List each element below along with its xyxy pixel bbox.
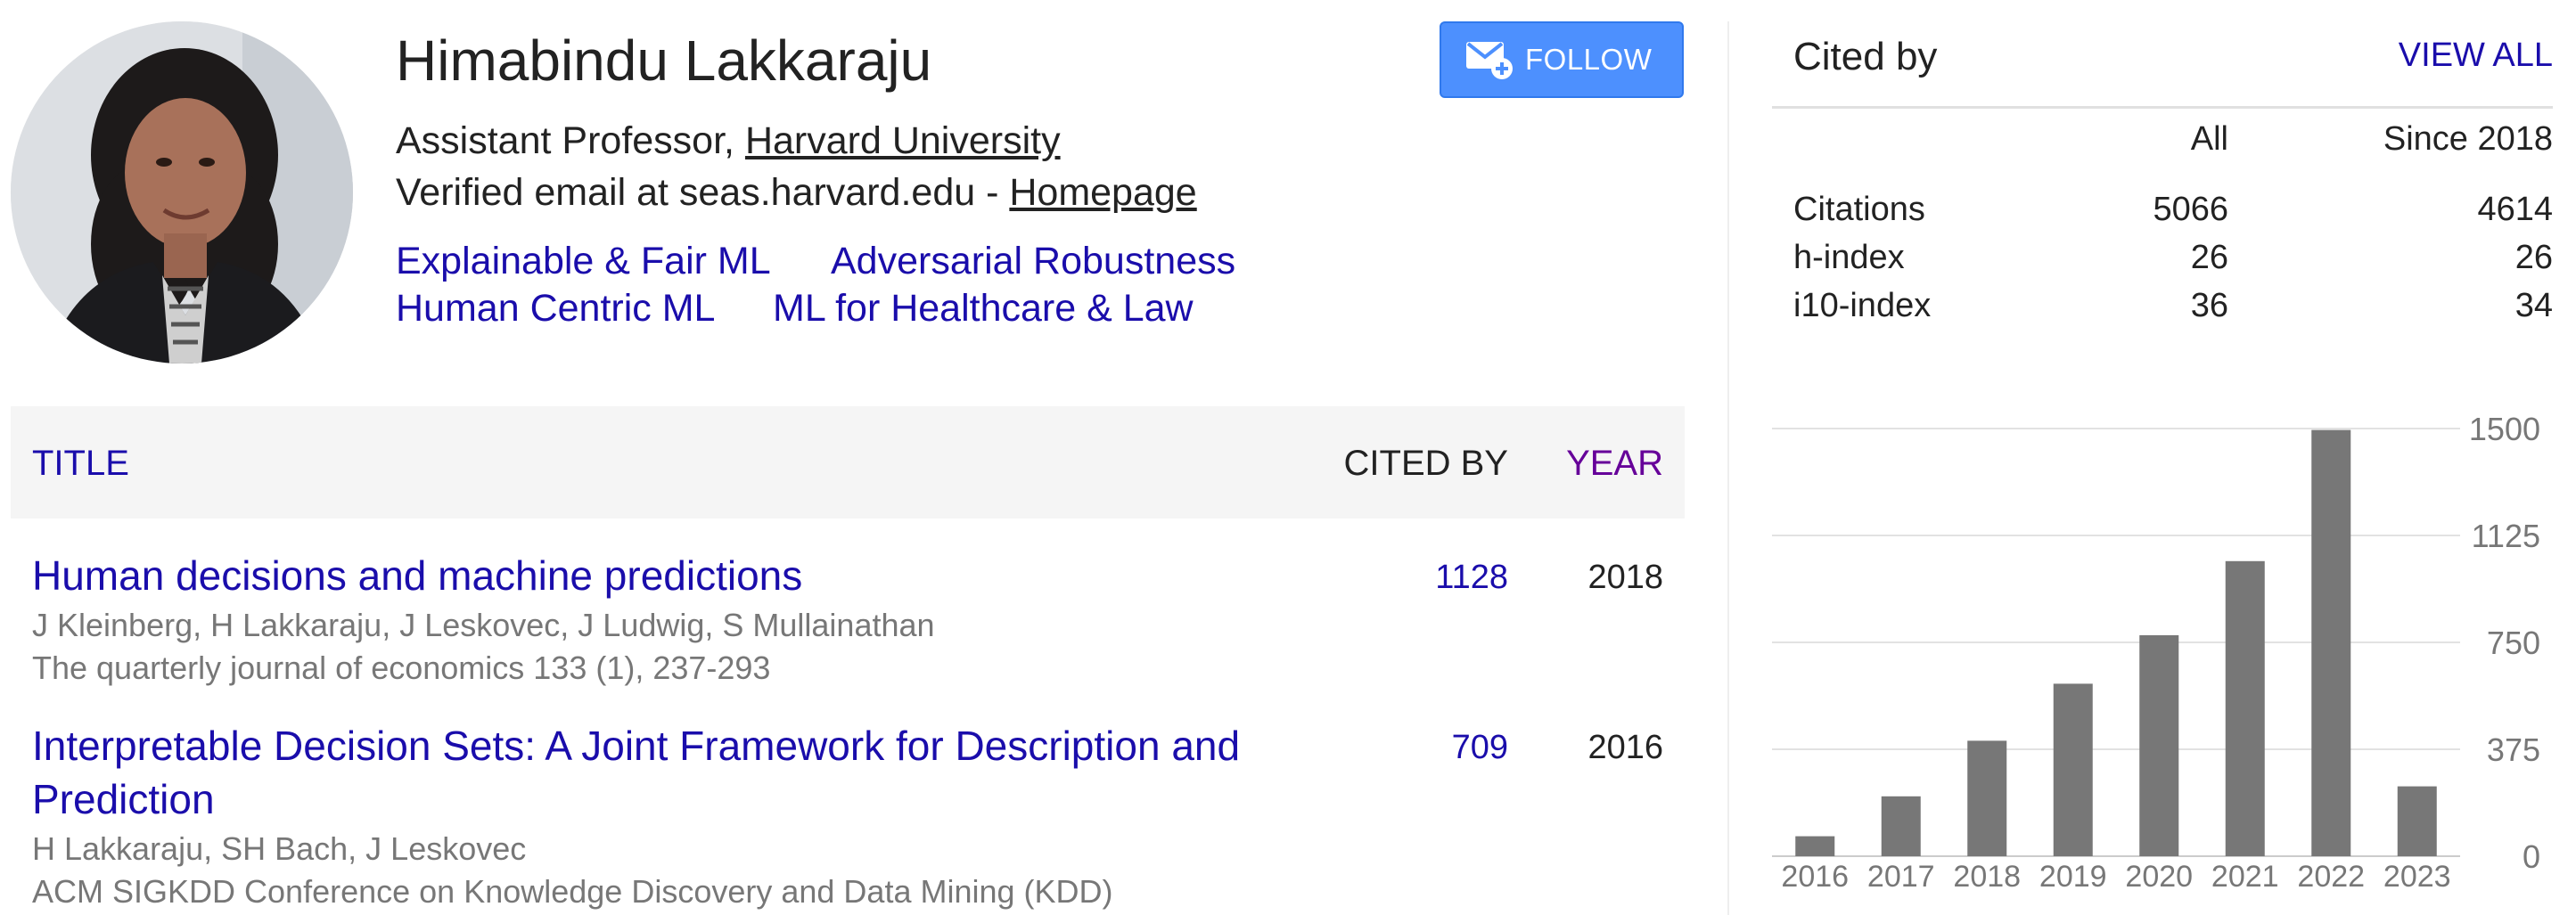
bar (2225, 560, 2265, 856)
stat-value-all: 36 (2190, 287, 2228, 324)
citations-per-year-chart: 2016 2017 2018 2019 2020 2021 2022 2023 0 375 750… (1772, 411, 2540, 894)
x-tick-label: 2020 (2125, 860, 2193, 894)
bar (2397, 786, 2437, 856)
affiliation-prefix: Assistant Professor, (396, 119, 745, 162)
interest-link[interactable]: Adversarial Robustness (831, 236, 1235, 286)
cited-by-count-link[interactable]: 709 (1452, 721, 1508, 774)
cited-by-count-link[interactable]: 1128 (1435, 551, 1508, 604)
y-tick-label: 1125 (2472, 518, 2540, 554)
stat-value-all: 5066 (2153, 191, 2228, 228)
publication-venue: ACM SIGKDD Conference on Knowledge Disco… (32, 873, 1113, 910)
verified-email: Verified email at seas.harvard.edu - Hom… (396, 167, 1197, 217)
interest-link[interactable]: Explainable & Fair ML (396, 236, 771, 286)
publication-title-link[interactable]: Human decisions and machine predictions (32, 549, 1316, 602)
affiliation: Assistant Professor, Harvard University (396, 116, 1061, 166)
homepage-link[interactable]: Homepage (1009, 171, 1196, 214)
table-row: Human decisions and machine predictions … (11, 549, 1685, 700)
cited-by-heading: Cited by (1793, 35, 1938, 78)
x-tick-label: 2016 (1781, 860, 1849, 894)
publication-year: 2016 (1587, 729, 1663, 766)
stat-label: Citations (1793, 191, 1925, 228)
bar (1795, 836, 1835, 856)
stats-divider (1772, 106, 2553, 109)
affiliation-link[interactable]: Harvard University (745, 119, 1061, 162)
stat-label: h-index (1793, 239, 1905, 276)
stat-value-since: 26 (2514, 239, 2553, 276)
publication-authors: J Kleinberg, H Lakkaraju, J Leskovec, J … (32, 607, 935, 643)
x-tick-label: 2021 (2211, 860, 2279, 894)
stats-row-i10-index: i10-index 36 34 (1793, 282, 2553, 330)
sort-by-title[interactable]: TITLE (32, 442, 129, 485)
stat-value-since: 34 (2514, 287, 2553, 324)
interest-link[interactable]: Human Centric ML (396, 283, 715, 333)
bar (2311, 429, 2351, 856)
x-tick-label: 2023 (2383, 860, 2451, 894)
bar (2053, 683, 2093, 856)
bar (2139, 635, 2179, 856)
sort-by-year[interactable]: YEAR (1566, 442, 1663, 485)
y-tick-label: 0 (2523, 838, 2540, 875)
profile-name: Himabindu Lakkaraju (396, 29, 932, 93)
publications-table-header: TITLE CITED BY YEAR (11, 406, 1685, 519)
stats-row-h-index: h-index 26 26 (1793, 233, 2553, 282)
column-divider (1727, 21, 1729, 915)
interest-link[interactable]: ML for Healthcare & Law (773, 283, 1194, 333)
publication-venue: The quarterly journal of economics 133 (… (32, 649, 771, 686)
follow-label: FOLLOW (1525, 43, 1653, 76)
stats-header-all: All (2190, 120, 2228, 158)
mail-plus-icon (1466, 42, 1513, 79)
publication-year: 2018 (1587, 559, 1663, 596)
publication-authors: H Lakkaraju, SH Bach, J Leskovec (32, 830, 527, 867)
table-row: Interpretable Decision Sets: A Joint Fra… (11, 719, 1685, 915)
email-prefix: Verified email at seas.harvard.edu - (396, 171, 1010, 214)
x-tick-label: 2022 (2297, 860, 2365, 894)
stat-value-since: 4614 (2477, 191, 2553, 228)
y-tick-label: 375 (2487, 731, 2540, 768)
x-tick-label: 2018 (1953, 860, 2021, 894)
sort-by-cited-by[interactable]: CITED BY (1344, 442, 1508, 485)
bar (1881, 796, 1921, 856)
y-tick-label: 750 (2487, 625, 2540, 661)
publication-title-link[interactable]: Interpretable Decision Sets: A Joint Fra… (32, 719, 1316, 826)
profile-photo (11, 21, 353, 364)
follow-button[interactable]: FOLLOW (1440, 21, 1684, 98)
stat-label: i10-index (1793, 287, 1932, 324)
stats-row-citations: Citations 5066 4614 (1793, 185, 2553, 233)
view-all-link[interactable]: VIEW ALL (2399, 30, 2553, 80)
stat-value-all: 26 (2190, 239, 2228, 276)
stats-header-since: Since 2018 (2383, 120, 2553, 158)
x-tick-label: 2019 (2039, 860, 2107, 894)
x-tick-label: 2017 (1867, 860, 1935, 894)
y-tick-label: 1500 (2469, 411, 2540, 447)
bar (1967, 740, 2007, 856)
